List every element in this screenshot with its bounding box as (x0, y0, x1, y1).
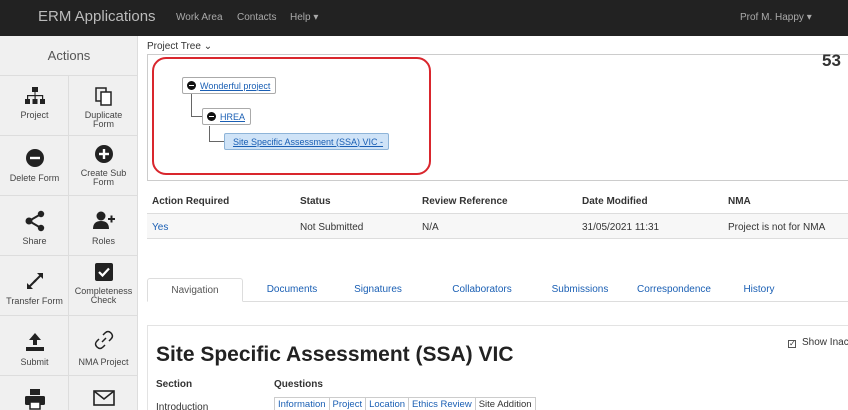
section-introduction[interactable]: Introduction (156, 402, 208, 410)
submit-action[interactable]: Submit (0, 316, 69, 376)
show-inactive-toggle[interactable]: ✓ Show Inactiv (788, 337, 848, 348)
section-column-header: Section (156, 379, 193, 390)
duplicate-form-action[interactable]: Duplicate Form (69, 76, 138, 136)
roles-label: Roles (91, 236, 115, 246)
upload-icon (0, 332, 69, 352)
project-number: 53 (822, 51, 841, 70)
user-plus-icon (69, 210, 138, 230)
delete-form-label: Delete Form (9, 173, 60, 183)
status-value: Not Submitted (300, 222, 364, 233)
review-reference-value: N/A (422, 222, 439, 233)
user-menu[interactable]: Prof M. Happy ▾ (740, 12, 812, 23)
tab-submissions[interactable]: Submissions (541, 278, 619, 302)
top-navbar: ERM Applications Work Area Contacts Help… (0, 0, 848, 36)
questions-column-header: Questions (274, 379, 323, 390)
nav-work-area[interactable]: Work Area (176, 12, 223, 23)
show-inactive-label: Show Inactiv (802, 337, 848, 348)
tab-history[interactable]: History (736, 278, 782, 302)
share-icon (0, 210, 69, 232)
project-tree-toggle[interactable]: Project Tree ⌄ (147, 41, 212, 52)
tab-correspondence[interactable]: Correspondence (630, 278, 718, 302)
print-icon (0, 388, 69, 410)
tab-signatures[interactable]: Signatures (343, 278, 413, 302)
app-brand[interactable]: ERM Applications (38, 8, 156, 25)
share-label: Share (22, 236, 47, 246)
create-sub-form-label: Create Sub Form (80, 168, 127, 187)
actions-title: Actions (0, 36, 138, 76)
roles-action[interactable]: Roles (69, 196, 138, 256)
print-action[interactable] (0, 376, 69, 410)
highlight-annotation (152, 57, 431, 175)
actions-sidebar: Actions Project Duplicate Form Delete Fo… (0, 36, 138, 410)
submit-label: Submit (20, 357, 49, 367)
envelope-icon (69, 390, 138, 406)
action-required-value[interactable]: Yes (152, 222, 168, 233)
project-action-label: Project (20, 110, 49, 120)
share-action[interactable]: Share (0, 196, 69, 256)
tab-collaborators[interactable]: Collaborators (440, 278, 524, 302)
checkbox-checked-icon[interactable]: ✓ (788, 340, 796, 348)
header-review-reference: Review Reference (422, 196, 508, 207)
header-nma: NMA (728, 196, 751, 207)
completeness-check-action[interactable]: Completeness Check (69, 256, 138, 316)
transfer-icon (0, 270, 69, 292)
date-modified-value: 31/05/2021 11:31 (582, 222, 660, 233)
sitemap-icon (0, 86, 69, 106)
email-action[interactable] (69, 376, 138, 410)
checkbox-icon (69, 262, 138, 282)
create-sub-form-action[interactable]: Create Sub Form (69, 136, 138, 196)
question-tab-information[interactable]: Information (275, 398, 330, 410)
nma-value: Project is not for NMA (728, 222, 826, 233)
question-tab-project[interactable]: Project (329, 398, 367, 410)
header-date-modified: Date Modified (582, 196, 648, 207)
copy-icon (69, 86, 138, 106)
question-tab-site-addition[interactable]: Site Addition (475, 398, 535, 410)
completeness-check-label: Completeness Check (74, 286, 133, 305)
plus-circle-icon (69, 144, 138, 164)
duplicate-form-label: Duplicate Form (84, 110, 123, 129)
question-tab-location[interactable]: Location (366, 398, 410, 410)
minus-circle-icon (0, 148, 69, 168)
header-action-required: Action Required (152, 196, 230, 207)
tab-navigation[interactable]: Navigation (147, 278, 243, 302)
link-icon (69, 330, 138, 350)
header-status: Status (300, 196, 331, 207)
delete-form-action[interactable]: Delete Form (0, 136, 69, 196)
tab-documents[interactable]: Documents (255, 278, 329, 302)
nma-project-action[interactable]: NMA Project (69, 316, 138, 376)
transfer-form-label: Transfer Form (6, 296, 63, 306)
question-tabs: Information Project Location Ethics Revi… (274, 397, 536, 410)
nav-contacts[interactable]: Contacts (237, 12, 276, 23)
transfer-form-action[interactable]: Transfer Form (0, 256, 69, 316)
form-title: Site Specific Assessment (SSA) VIC (156, 343, 514, 366)
nav-help-dropdown[interactable]: Help ▾ (290, 12, 318, 23)
question-tab-ethics-review[interactable]: Ethics Review (409, 398, 476, 410)
nma-project-label: NMA Project (78, 357, 129, 367)
project-action[interactable]: Project (0, 76, 69, 136)
